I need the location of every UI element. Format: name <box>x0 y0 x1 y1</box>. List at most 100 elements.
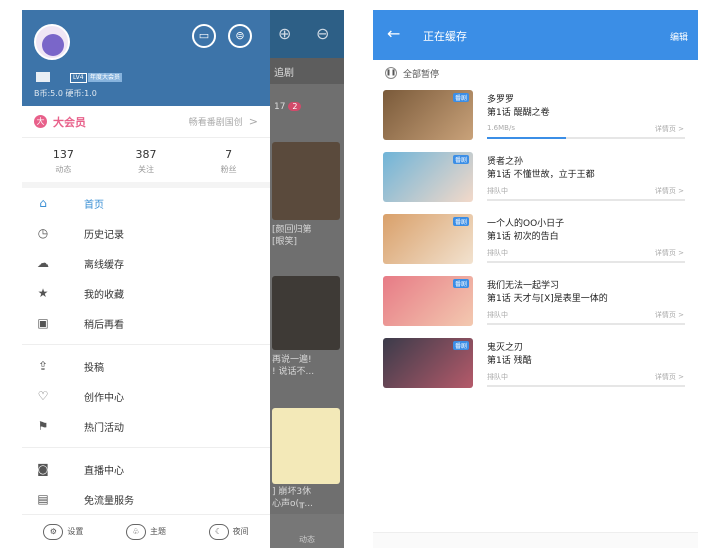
download-progress <box>487 261 685 263</box>
video-title: 一个人的OO小日子 <box>487 219 565 229</box>
background-card-text: [颜回归第 [眼笑] <box>272 225 312 247</box>
video-thumbnail[interactable]: 番剧 <box>383 276 473 326</box>
episode-title: 第1话 初次的告白 <box>487 232 559 242</box>
menu-item[interactable]: ▣ 稍后再看 <box>22 308 270 338</box>
details-link[interactable]: 详情页 > <box>655 186 684 196</box>
drawer-header: ▭ ⊜ LV4 年度大会员 B币:5.0 硬币:1.0 <box>22 10 270 106</box>
background-app-header: ⊕ ⊖ <box>270 10 344 58</box>
video-title: 贤者之孙 <box>487 157 524 167</box>
menu-item[interactable]: ⚑ 热门活动 <box>22 411 270 441</box>
vip-badge: 年度大会员 <box>88 73 123 82</box>
system-footer <box>373 532 698 548</box>
stat-count: 137 <box>52 148 74 161</box>
episode-title: 第1话 残酷 <box>487 356 532 366</box>
details-link[interactable]: 详情页 > <box>655 372 684 382</box>
video-title: 多罗罗 <box>487 95 515 105</box>
stat-label: 关注 <box>138 165 154 174</box>
menu-item[interactable]: ⌂ 首页 <box>22 188 270 218</box>
video-thumbnail[interactable]: 番剧 <box>383 90 473 140</box>
download-status: 1.6MB/s <box>487 124 515 132</box>
background-tab-label: 追剧 <box>274 68 294 79</box>
details-link[interactable]: 详情页 > <box>655 310 684 320</box>
scan-icon[interactable]: ⊜ <box>228 24 252 48</box>
download-list: 番剧 多罗罗 第1话 醍醐之卷 1.6MB/s 详情页 > 番剧 贤者之孙 第1… <box>373 86 698 396</box>
download-header: ← 正在缓存 编辑 <box>373 10 698 60</box>
background-card <box>272 408 340 484</box>
stat-count: 387 <box>135 148 157 161</box>
menu-item[interactable]: ◙ 直播中心 <box>22 454 270 484</box>
download-progress <box>487 137 685 139</box>
menu-item-label: 直播中心 <box>84 465 124 477</box>
back-arrow-icon[interactable]: ← <box>387 24 400 43</box>
menu-item-label: 历史记录 <box>84 229 124 241</box>
menu-item[interactable]: ♡ 创作中心 <box>22 381 270 411</box>
footer-button[interactable]: ♧ 主题 <box>125 523 166 540</box>
stat-item[interactable]: 7 粉丝 <box>187 138 270 182</box>
theme-icon: ♧ <box>125 523 146 540</box>
left-screen: ⊕ ⊖ 追剧 17 2 [颜回归第 [眼笑] 再说一遍! ! 说话不... ] … <box>22 10 344 548</box>
menu-item[interactable]: ★ 我的收藏 <box>22 278 270 308</box>
pause-all-button[interactable]: ❚❚ 全部暂停 <box>373 60 698 86</box>
menu-item-label: 离线缓存 <box>84 259 124 271</box>
download-progress-fill <box>487 137 567 139</box>
edit-button[interactable]: 编辑 <box>670 30 688 43</box>
menu-group-create: ⇪ 投稿 ♡ 创作中心 ⚑ 热门活动 <box>22 351 270 441</box>
download-item[interactable]: 番剧 我们无法一起学习 第1话 天才与[X]是表里一体的 排队中 详情页 > <box>373 272 698 334</box>
cloud-download-icon: ☁ <box>37 256 49 270</box>
background-bottom-tab: 动态 <box>270 514 344 548</box>
menu-group-main: ⌂ 首页 ◷ 历史记录 ☁ 离线缓存 ★ 我的收藏 ▣ 稍后再看 <box>22 188 270 338</box>
avatar[interactable] <box>34 24 70 60</box>
menu-item-label: 免流量服务 <box>84 495 134 507</box>
footer-button[interactable]: ⚙ 设置 <box>43 523 83 540</box>
episode-title: 第1话 不懂世故，立于王都 <box>487 170 595 180</box>
vip-label: 大会员 <box>53 115 86 129</box>
history-icon: ◷ <box>37 226 49 240</box>
video-thumbnail[interactable]: 番剧 <box>383 214 473 264</box>
coin-balance: B币:5.0 硬币:1.0 <box>34 89 97 98</box>
menu-item[interactable]: ▤ 免流量服务 <box>22 484 270 514</box>
download-item[interactable]: 番剧 多罗罗 第1话 醍醐之卷 1.6MB/s 详情页 > <box>373 86 698 148</box>
thumbnail-tag: 番剧 <box>452 155 469 164</box>
star-icon: ★ <box>37 286 49 300</box>
download-item[interactable]: 番剧 贤者之孙 第1话 不懂世故，立于王都 排队中 详情页 > <box>373 148 698 210</box>
video-thumbnail[interactable]: 番剧 <box>383 152 473 202</box>
message-icon: ⊖ <box>316 24 330 43</box>
right-screen: ← 正在缓存 编辑 ❚❚ 全部暂停 番剧 多罗罗 第1话 醍醐之卷 1.6MB/… <box>373 10 698 548</box>
download-item[interactable]: 番剧 鬼灭之刃 第1话 残酷 排队中 详情页 > <box>373 334 698 396</box>
footer-button[interactable]: ☾ 夜间 <box>208 523 249 540</box>
stat-count: 7 <box>225 148 233 161</box>
menu-item[interactable]: ◷ 历史记录 <box>22 218 270 248</box>
dress-up-icon[interactable]: ▭ <box>192 24 216 48</box>
details-link[interactable]: 详情页 > <box>655 124 684 134</box>
menu-group-services: ◙ 直播中心 ▤ 免流量服务 <box>22 454 270 514</box>
background-card-text: ] 崩坏3休 心声o(╥... <box>272 487 314 509</box>
upload-icon: ⇪ <box>37 359 49 373</box>
divider <box>22 447 270 448</box>
menu-item[interactable]: ☁ 离线缓存 <box>22 248 270 278</box>
thumbnail-tag: 番剧 <box>452 279 469 288</box>
stat-item[interactable]: 387 关注 <box>105 138 188 182</box>
menu-item[interactable]: ⇪ 投稿 <box>22 351 270 381</box>
pause-all-label: 全部暂停 <box>403 69 440 80</box>
divider <box>22 344 270 345</box>
vip-row[interactable]: 大 大会员 畅看番剧国创 > <box>22 106 270 138</box>
stat-label: 动态 <box>55 165 72 174</box>
creator-icon: ♡ <box>37 389 49 403</box>
home-icon: ⌂ <box>39 196 47 210</box>
video-thumbnail[interactable]: 番剧 <box>383 338 473 388</box>
download-item[interactable]: 番剧 一个人的OO小日子 第1话 初次的告白 排队中 详情页 > <box>373 210 698 272</box>
episode-title: 第1话 醍醐之卷 <box>487 108 550 118</box>
download-progress <box>487 323 685 325</box>
background-tab: 追剧 <box>270 58 344 84</box>
live-icon: ◙ <box>37 462 49 476</box>
menu-item-label: 投稿 <box>84 362 104 374</box>
background-bottom-tab-label: 动态 <box>299 535 315 544</box>
video-title: 鬼灭之刃 <box>487 343 524 353</box>
flag-icon: ⚑ <box>37 419 49 433</box>
details-link[interactable]: 详情页 > <box>655 248 684 258</box>
stat-item[interactable]: 137 动态 <box>22 138 105 182</box>
menu-item-label: 热门活动 <box>84 422 124 434</box>
username-placeholder <box>36 72 50 82</box>
pause-icon: ❚❚ <box>385 67 397 79</box>
night-mode-icon: ☾ <box>208 523 229 540</box>
